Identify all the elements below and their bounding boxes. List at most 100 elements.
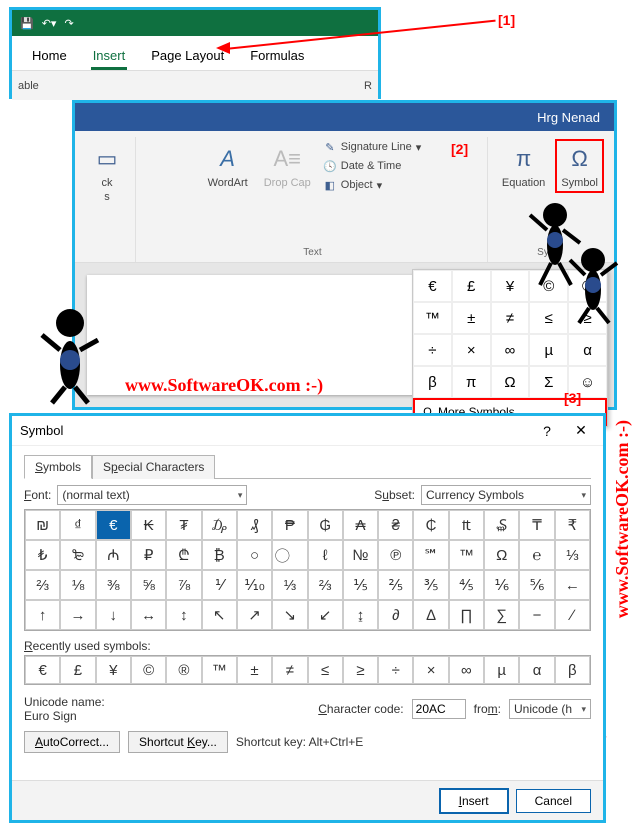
gallery-symbol[interactable]: Σ	[529, 366, 568, 398]
recent-cell[interactable]: ×	[413, 656, 448, 684]
char-cell[interactable]: ↕	[166, 600, 201, 630]
char-cell[interactable]: ₹	[555, 510, 590, 540]
char-cell[interactable]: →	[60, 600, 95, 630]
char-cell[interactable]: ℗	[378, 540, 413, 570]
gallery-symbol[interactable]: ×	[452, 334, 491, 366]
char-cell[interactable]: ⅓	[272, 570, 307, 600]
char-cell[interactable]: ₻	[60, 540, 95, 570]
recent-cell[interactable]: ¥	[96, 656, 131, 684]
char-cell[interactable]: ₫	[60, 510, 95, 540]
gallery-symbol[interactable]: µ	[529, 334, 568, 366]
char-cell[interactable]: ₾	[166, 540, 201, 570]
gallery-symbol[interactable]: ÷	[413, 334, 452, 366]
recent-cell[interactable]: £	[60, 656, 95, 684]
char-cell[interactable]: ↑	[25, 600, 60, 630]
gallery-symbol[interactable]: ≠	[491, 302, 530, 334]
equation-button[interactable]: π Equation	[496, 139, 551, 193]
shortcut-key-button[interactable]: Shortcut Key...	[128, 731, 228, 753]
recent-cell[interactable]: ™	[202, 656, 237, 684]
gallery-symbol[interactable]: ∞	[491, 334, 530, 366]
char-cell[interactable]: −	[519, 600, 554, 630]
recent-cell[interactable]: ≠	[272, 656, 307, 684]
recent-cell[interactable]: α	[519, 656, 554, 684]
cancel-button[interactable]: Cancel	[516, 789, 591, 813]
gallery-symbol[interactable]: ™	[413, 302, 452, 334]
char-cell[interactable]: ⅛	[60, 570, 95, 600]
char-cell[interactable]: ₿	[202, 540, 237, 570]
char-cell[interactable]: ↙	[308, 600, 343, 630]
char-cell[interactable]: ←	[555, 570, 590, 600]
signature-line-button[interactable]: ✎Signature Line ▾	[321, 139, 423, 155]
undo-icon[interactable]: ↶▾	[42, 17, 57, 30]
char-cell[interactable]: ₯	[202, 510, 237, 540]
char-cell[interactable]: ℓ	[308, 540, 343, 570]
save-icon[interactable]: 💾	[20, 17, 34, 30]
char-cell[interactable]: ↖	[202, 600, 237, 630]
char-cell[interactable]: ₼	[96, 540, 131, 570]
char-cell[interactable]: ⅘	[449, 570, 484, 600]
char-cell[interactable]: ↘	[272, 600, 307, 630]
object-button[interactable]: ◧Object ▾	[321, 177, 423, 193]
char-cell[interactable]: ₽	[131, 540, 166, 570]
recent-cell[interactable]: ≥	[343, 656, 378, 684]
char-cell[interactable]: ⅝	[131, 570, 166, 600]
date-time-button[interactable]: 🕓Date & Time	[321, 158, 423, 174]
char-cell[interactable]: ₵	[413, 510, 448, 540]
char-cell[interactable]: ∕	[555, 600, 590, 630]
autocorrect-button[interactable]: AutoCorrect...	[24, 731, 120, 753]
redo-icon[interactable]: ↷	[64, 17, 73, 30]
char-cell[interactable]: ™	[449, 540, 484, 570]
char-cell[interactable]: №	[343, 540, 378, 570]
font-select[interactable]: (normal text)	[57, 485, 247, 505]
gallery-symbol[interactable]: £	[452, 270, 491, 302]
subset-select[interactable]: Currency Symbols	[421, 485, 591, 505]
recent-cell[interactable]: €	[25, 656, 60, 684]
recent-cell[interactable]: ©	[131, 656, 166, 684]
recent-cell[interactable]: ÷	[378, 656, 413, 684]
truncated-button-1[interactable]: ▭ ck s	[85, 139, 129, 207]
char-cell[interactable]: ₰	[237, 510, 272, 540]
char-cell[interactable]: ⅔	[25, 570, 60, 600]
char-cell[interactable]: ₭	[131, 510, 166, 540]
charcode-input[interactable]	[412, 699, 466, 719]
char-cell[interactable]: ⃝	[272, 540, 307, 570]
char-cell[interactable]: ₱	[272, 510, 307, 540]
dropcap-button[interactable]: A≡ Drop Cap	[258, 139, 317, 193]
char-cell[interactable]: ⅕	[343, 570, 378, 600]
char-cell[interactable]: ℠	[413, 540, 448, 570]
gallery-symbol[interactable]: π	[452, 366, 491, 398]
char-cell[interactable]: ⅓	[555, 540, 590, 570]
char-cell[interactable]: ℮	[519, 540, 554, 570]
char-cell[interactable]: ₸	[519, 510, 554, 540]
char-cell[interactable]: ↗	[237, 600, 272, 630]
recent-cell[interactable]: ®	[166, 656, 201, 684]
char-cell[interactable]: ∆	[413, 600, 448, 630]
char-cell[interactable]: ∏	[449, 600, 484, 630]
wordart-button[interactable]: A WordArt	[202, 139, 254, 193]
char-cell[interactable]: ⅚	[519, 570, 554, 600]
recent-cell[interactable]: ≤	[308, 656, 343, 684]
insert-button[interactable]: Insert	[440, 789, 508, 813]
char-cell[interactable]: ⅖	[378, 570, 413, 600]
recent-cell[interactable]: β	[555, 656, 590, 684]
char-cell[interactable]: Ω	[484, 540, 519, 570]
tab-symbols[interactable]: Symbols	[24, 455, 92, 479]
char-cell[interactable]: ↔	[131, 600, 166, 630]
char-cell[interactable]: ₪	[25, 510, 60, 540]
char-cell[interactable]: ⅜	[96, 570, 131, 600]
recent-cell[interactable]: ±	[237, 656, 272, 684]
gallery-symbol[interactable]: €	[413, 270, 452, 302]
char-cell[interactable]: €	[96, 510, 131, 540]
recent-cell[interactable]: ∞	[449, 656, 484, 684]
char-cell[interactable]: ∂	[378, 600, 413, 630]
char-cell[interactable]: ⅞	[166, 570, 201, 600]
tab-page-layout[interactable]: Page Layout	[149, 44, 226, 70]
gallery-symbol[interactable]: β	[413, 366, 452, 398]
tab-special-characters[interactable]: Special Characters	[92, 455, 215, 479]
char-cell[interactable]: ↓	[96, 600, 131, 630]
char-cell[interactable]: ⅗	[413, 570, 448, 600]
gallery-symbol[interactable]: ¥	[491, 270, 530, 302]
char-cell[interactable]: ⅟	[202, 570, 237, 600]
symbol-button[interactable]: Ω Symbol	[555, 139, 604, 193]
tab-formulas[interactable]: Formulas	[248, 44, 306, 70]
